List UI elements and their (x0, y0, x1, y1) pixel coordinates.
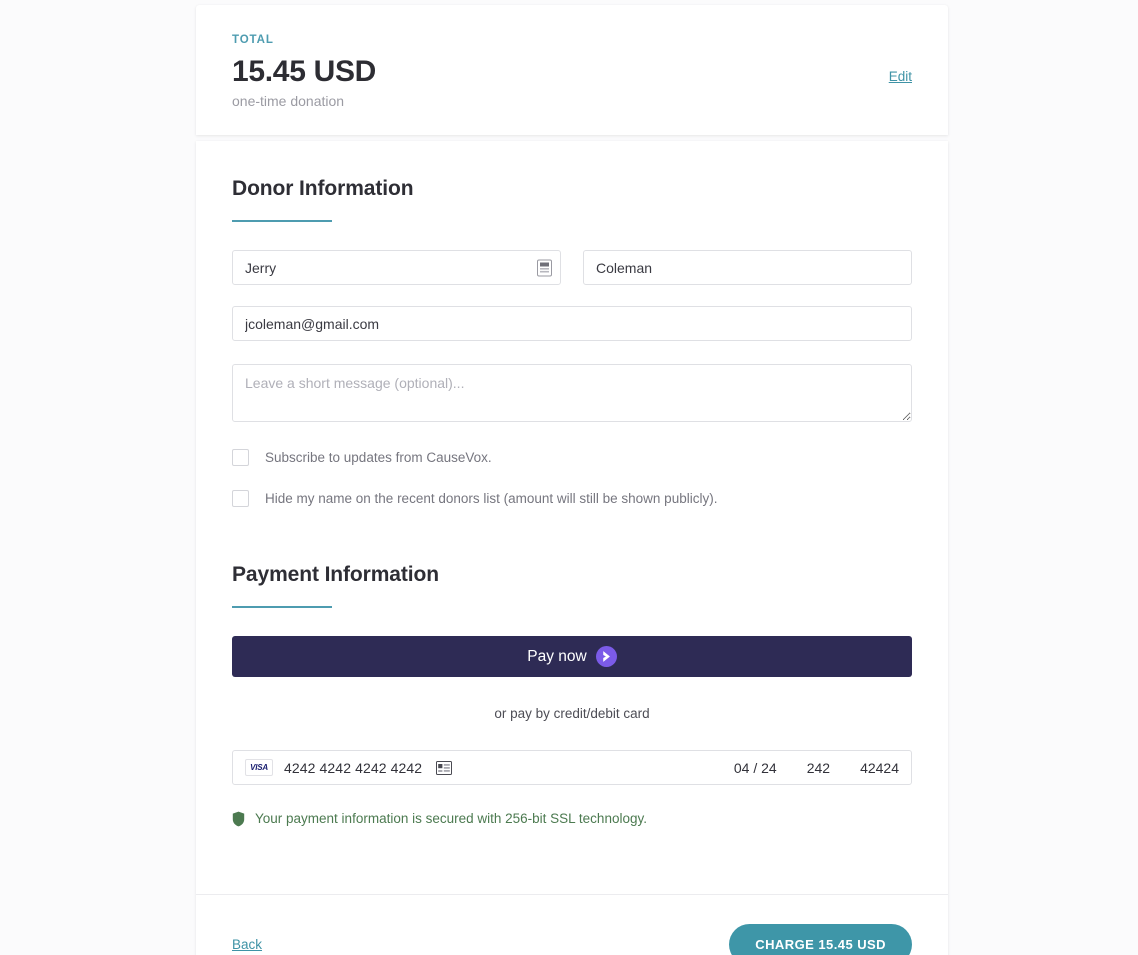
card-zip-input[interactable]: 42424 (860, 760, 899, 776)
credit-card-autofill-icon[interactable] (436, 760, 453, 775)
card-cvc-input[interactable]: 242 (807, 760, 830, 776)
subscribe-checkbox-label: Subscribe to updates from CauseVox. (265, 449, 492, 465)
checkout-footer: Back CHARGE 15.45 USD (196, 895, 948, 955)
edit-amount-link[interactable]: Edit (889, 69, 912, 84)
ssl-notice-text: Your payment information is secured with… (255, 811, 647, 827)
hide-name-checkbox-label: Hide my name on the recent donors list (… (265, 490, 718, 506)
card-number-input[interactable]: 4242 4242 4242 4242 (284, 760, 422, 776)
checkout-body-card: Donor Information Jerry Coleman jcoleman… (196, 141, 948, 955)
donation-frequency: one-time donation (232, 93, 345, 110)
hide-name-checkbox-row[interactable]: Hide my name on the recent donors list (… (232, 490, 912, 507)
venmo-chevron-icon (595, 646, 617, 667)
shield-icon (232, 811, 245, 827)
card-details-row[interactable]: VISA 4242 4242 4242 4242 04 / 24 242 424… (232, 750, 912, 785)
payment-information-heading: Payment Information (232, 563, 439, 586)
email-field-wrap (232, 306, 912, 341)
checkout-body-inner: Donor Information Jerry Coleman jcoleman… (196, 141, 948, 857)
message-textarea[interactable] (232, 364, 912, 422)
total-amount: 15.45 USD (232, 54, 377, 88)
first-name-input[interactable] (232, 250, 561, 285)
last-name-input[interactable] (583, 250, 912, 285)
email-input[interactable] (232, 306, 912, 341)
total-label: TOTAL (232, 34, 274, 46)
charge-button[interactable]: CHARGE 15.45 USD (729, 924, 912, 955)
pay-now-label: Pay now (527, 647, 587, 665)
first-name-field-wrap (232, 250, 561, 285)
payment-information-section: Payment Information Pay now or pay by cr… (232, 563, 912, 827)
donor-information-heading: Donor Information (232, 177, 414, 200)
last-name-field-wrap (583, 250, 912, 285)
ssl-notice-row: Your payment information is secured with… (232, 811, 912, 827)
visa-brand-icon: VISA (245, 759, 273, 776)
checkout-page: TOTAL 15.45 USD one-time donation Edit D… (0, 0, 1138, 955)
donation-summary-card: TOTAL 15.45 USD one-time donation Edit (196, 5, 948, 135)
name-fields-row (232, 250, 912, 285)
subscribe-checkbox-row[interactable]: Subscribe to updates from CauseVox. (232, 449, 912, 466)
contact-card-autofill-icon[interactable] (537, 259, 552, 276)
donor-section-rule (232, 220, 332, 222)
card-expiry-input[interactable]: 04 / 24 (734, 760, 777, 776)
back-link[interactable]: Back (232, 937, 262, 952)
hide-name-checkbox[interactable] (232, 490, 249, 507)
payment-section-rule (232, 606, 332, 608)
message-field-wrap (232, 364, 912, 422)
pay-now-button[interactable]: Pay now (232, 636, 912, 677)
alternative-payment-text: or pay by credit/debit card (494, 706, 650, 721)
checkout-container: TOTAL 15.45 USD one-time donation Edit D… (196, 5, 948, 955)
subscribe-checkbox[interactable] (232, 449, 249, 466)
